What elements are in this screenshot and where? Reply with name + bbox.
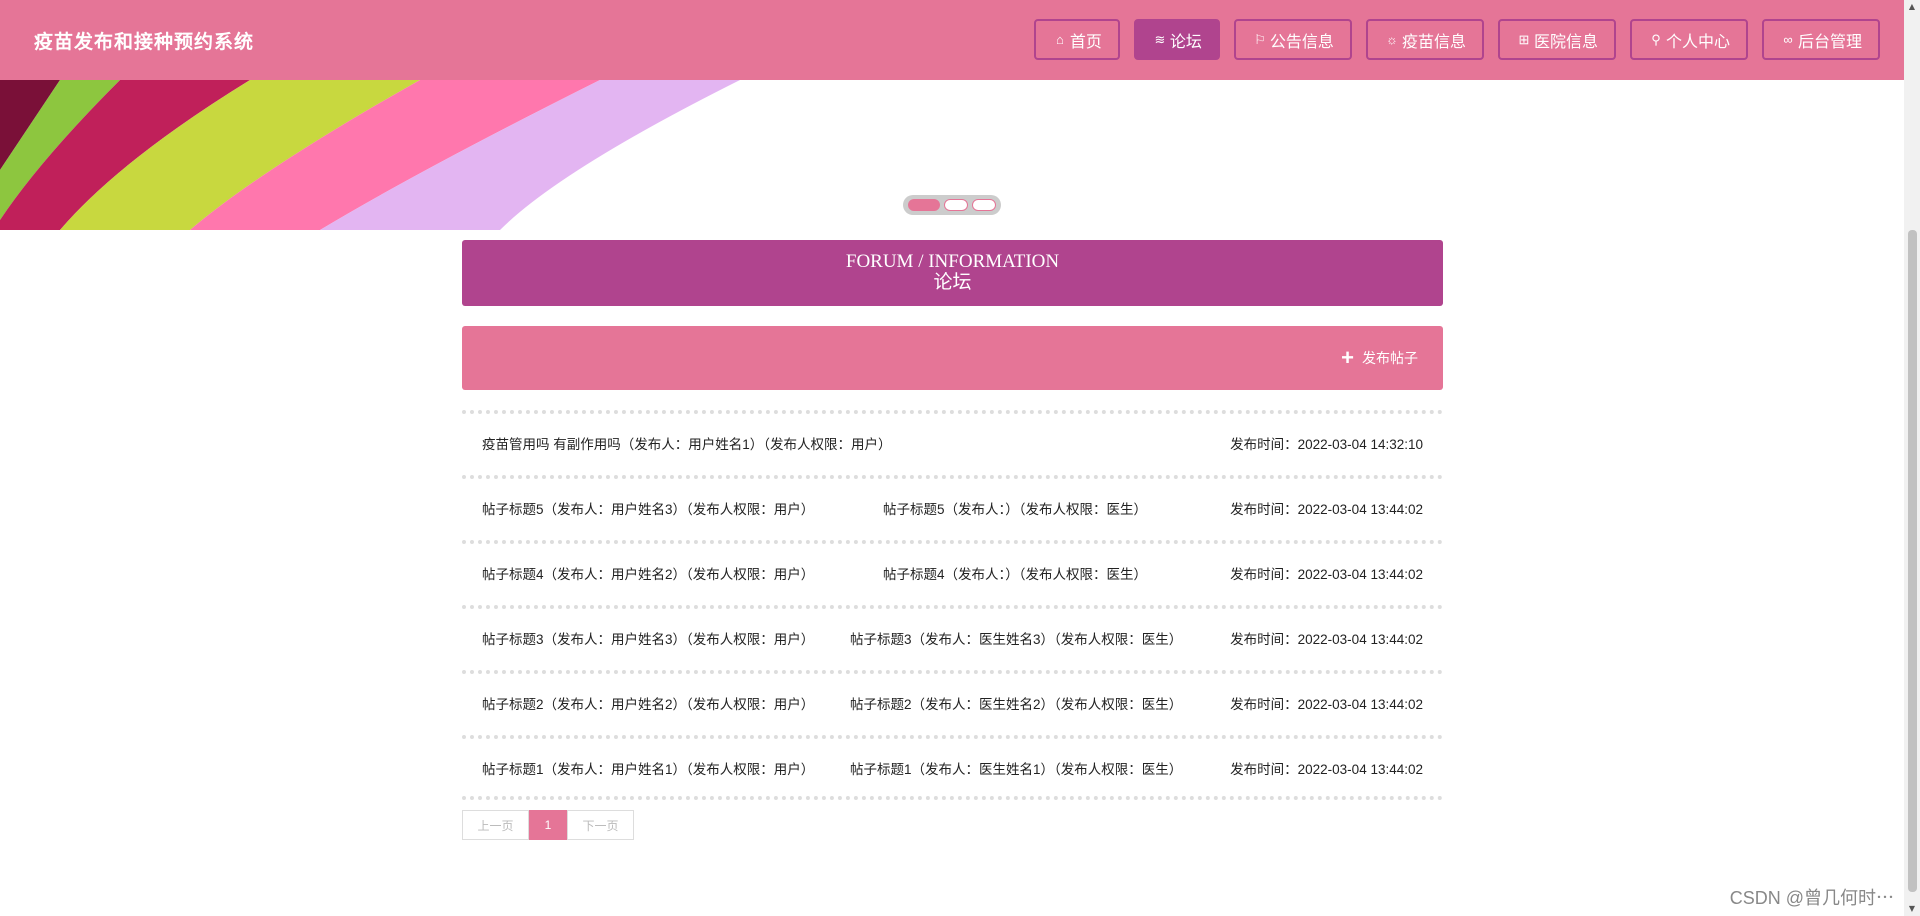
post-title[interactable]: 帖子标题2（发布人：用户姓名2）（发布人权限：用户） — [482, 693, 814, 713]
main-nav: ⌂ 首页 ≋ 论坛 ⚐ 公告信息 ☼ 疫苗信息 ⊞ 医院信息 ⚲ 个人中心 ∞ 后台管理 — [1033, 19, 1880, 60]
scroll-thumb[interactable] — [1908, 230, 1917, 892]
post-time: 发布时间：2022-03-04 14:32:10 — [1230, 437, 1423, 452]
post-time: 发布时间：2022-03-04 13:44:02 — [1230, 502, 1423, 517]
post-time: 发布时间：2022-03-04 13:44:02 — [1230, 632, 1423, 647]
publish-post-label: 发布帖子 — [1362, 350, 1418, 366]
carousel-dot-2[interactable] — [944, 199, 968, 211]
post-title-secondary[interactable]: 帖子标题5（发布人：）（发布人权限：医生） — [883, 498, 1147, 518]
carousel-dot-1[interactable] — [908, 199, 940, 211]
post-title[interactable]: 帖子标题5（发布人：用户姓名3）（发布人权限：用户） — [482, 498, 814, 518]
post-row[interactable]: 帖子标题2（发布人：用户姓名2）（发布人权限：用户） 帖子标题2（发布人：医生姓… — [462, 670, 1443, 735]
forum-title-bar: FORUM / INFORMATION 论坛 — [462, 240, 1443, 306]
post-time: 发布时间：2022-03-04 13:44:02 — [1230, 567, 1423, 582]
post-row[interactable]: 疫苗管用吗 有副作用吗（发布人：用户姓名1）（发布人权限：用户） 发布时间：20… — [462, 410, 1443, 475]
forum-title-en: FORUM / INFORMATION — [845, 251, 1060, 272]
post-title[interactable]: 帖子标题3（发布人：用户姓名3）（发布人权限：用户） — [482, 628, 814, 648]
nav-home-label: 首页 — [1069, 33, 1102, 51]
carousel-indicators — [903, 195, 1001, 215]
publish-post-button[interactable]: + 发布帖子 — [1341, 345, 1418, 370]
sun-icon: ☼ — [1385, 32, 1398, 47]
nav-vaccines[interactable]: ☼ 疫苗信息 — [1365, 19, 1484, 60]
forum-title-cn: 论坛 — [933, 272, 972, 293]
forum-action-bar: + 发布帖子 — [462, 326, 1443, 390]
page-number-current[interactable]: 1 — [529, 810, 567, 840]
post-title[interactable]: 疫苗管用吗 有副作用吗（发布人：用户姓名1）（发布人权限：用户） — [482, 433, 892, 453]
post-title-secondary[interactable]: 帖子标题1（发布人：医生姓名1）（发布人权限：医生） — [850, 758, 1182, 778]
nav-admin-label: 后台管理 — [1797, 33, 1862, 51]
site-title: 疫苗发布和接种预约系统 — [34, 31, 255, 53]
forum-section: FORUM / INFORMATION 论坛 + 发布帖子 疫苗管用吗 有副作用… — [462, 240, 1443, 840]
post-row[interactable]: 帖子标题3（发布人：用户姓名3）（发布人权限：用户） 帖子标题3（发布人：医生姓… — [462, 605, 1443, 670]
nav-forum-label: 论坛 — [1169, 33, 1202, 51]
post-time: 发布时间：2022-03-04 13:44:02 — [1230, 762, 1423, 777]
flag-icon: ⚐ — [1254, 31, 1266, 47]
vertical-scrollbar[interactable]: ▲ ▼ — [1904, 0, 1920, 916]
link-icon: ∞ — [1783, 32, 1793, 47]
post-title-secondary[interactable]: 帖子标题3（发布人：医生姓名3）（发布人权限：医生） — [850, 628, 1182, 648]
scroll-down-arrow-icon[interactable]: ▼ — [1907, 904, 1917, 914]
nav-home[interactable]: ⌂ 首页 — [1033, 19, 1120, 60]
nav-vaccines-label: 疫苗信息 — [1401, 33, 1466, 51]
scroll-up-arrow-icon[interactable]: ▲ — [1907, 2, 1917, 12]
post-time: 发布时间：2022-03-04 13:44:02 — [1230, 697, 1423, 712]
post-row[interactable]: 帖子标题4（发布人：用户姓名2）（发布人权限：用户） 帖子标题4（发布人：）（发… — [462, 540, 1443, 605]
home-icon: ⌂ — [1055, 32, 1064, 47]
watermark-text: CSDN @曾几何时⋯ — [1729, 888, 1894, 908]
post-list: 疫苗管用吗 有副作用吗（发布人：用户姓名1）（发布人权限：用户） 发布时间：20… — [462, 410, 1443, 800]
layers-icon: ≋ — [1154, 31, 1166, 47]
nav-hospitals-label: 医院信息 — [1533, 33, 1598, 51]
post-title-secondary[interactable]: 帖子标题4（发布人：）（发布人权限：医生） — [883, 563, 1147, 583]
post-title-secondary[interactable]: 帖子标题2（发布人：医生姓名2）（发布人权限：医生） — [850, 693, 1182, 713]
plus-icon: + — [1341, 345, 1354, 370]
user-icon: ⚲ — [1651, 31, 1661, 47]
nav-hospitals[interactable]: ⊞ 医院信息 — [1497, 19, 1616, 60]
post-title[interactable]: 帖子标题4（发布人：用户姓名2）（发布人权限：用户） — [482, 563, 814, 583]
post-title[interactable]: 帖子标题1（发布人：用户姓名1）（发布人权限：用户） — [482, 758, 814, 778]
nav-forum[interactable]: ≋ 论坛 — [1133, 19, 1220, 60]
nav-admin[interactable]: ∞ 后台管理 — [1761, 19, 1880, 60]
top-header: 疫苗发布和接种预约系统 ⌂ 首页 ≋ 论坛 ⚐ 公告信息 ☼ 疫苗信息 ⊞ 医院信息 ⚲ 个… — [0, 0, 1904, 80]
nav-announcements[interactable]: ⚐ 公告信息 — [1233, 19, 1352, 60]
pagination: 上一页 1 下一页 — [462, 810, 1443, 840]
prev-page-button[interactable]: 上一页 — [462, 810, 529, 840]
gift-icon: ⊞ — [1518, 31, 1530, 47]
post-row[interactable]: 帖子标题5（发布人：用户姓名3）（发布人权限：用户） 帖子标题5（发布人：）（发… — [462, 475, 1443, 540]
next-page-button[interactable]: 下一页 — [567, 810, 634, 840]
nav-profile-label: 个人中心 — [1665, 33, 1730, 51]
post-row[interactable]: 帖子标题1（发布人：用户姓名1）（发布人权限：用户） 帖子标题1（发布人：医生姓… — [462, 735, 1443, 800]
nav-announcements-label: 公告信息 — [1269, 33, 1334, 51]
nav-profile[interactable]: ⚲ 个人中心 — [1629, 19, 1748, 60]
carousel-dot-3[interactable] — [972, 199, 996, 211]
